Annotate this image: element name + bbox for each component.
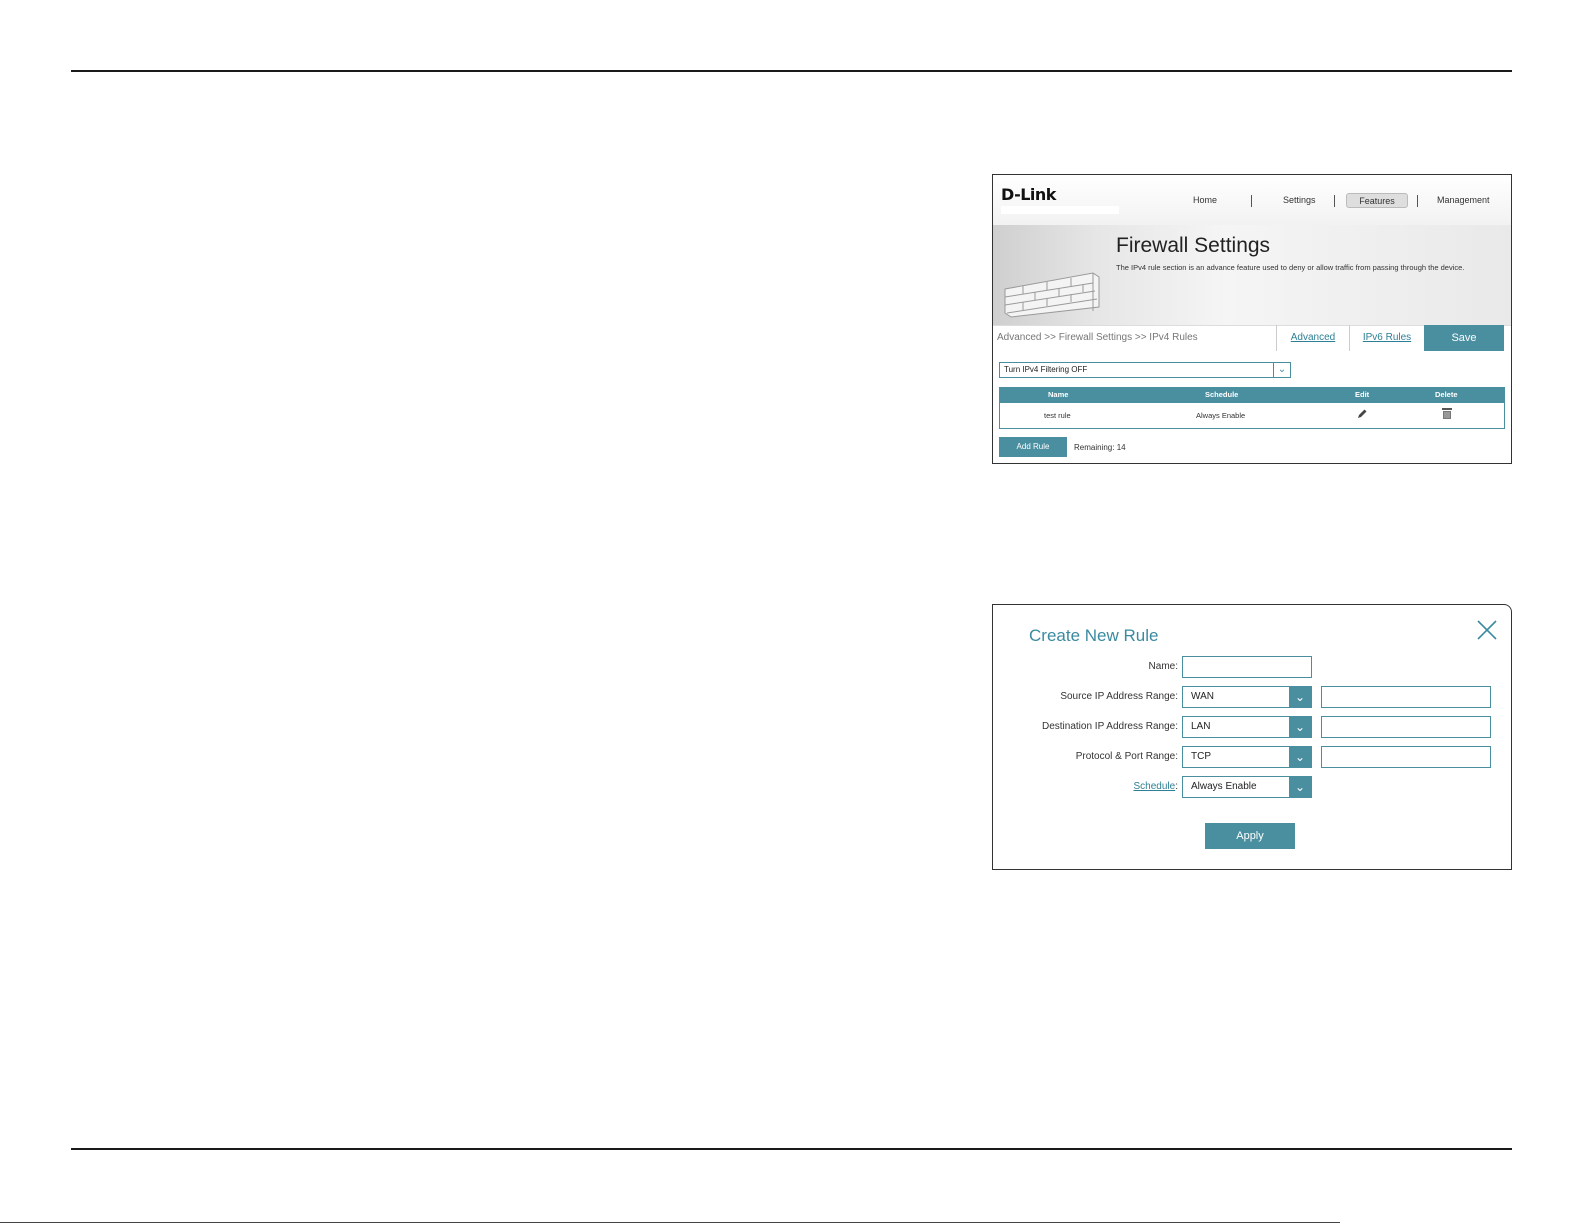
protocol-select[interactable]: TCP ⌄ [1182, 746, 1312, 768]
breadcrumb: Advanced >> Firewall Settings >> IPv4 Ru… [997, 332, 1198, 343]
footer-rule [0, 1222, 1340, 1223]
nav-features[interactable]: Features [1346, 193, 1408, 208]
source-ip-label: Source IP Address Range: [1060, 691, 1178, 702]
page-description: The IPv4 rule section is an advance feat… [1116, 263, 1465, 272]
ipv4-filtering-select[interactable]: Turn IPv4 Filtering OFF ⌄ [999, 362, 1291, 378]
rule-schedule-cell: Always Enable [1196, 411, 1246, 420]
destination-ip-select[interactable]: LAN ⌄ [1182, 716, 1312, 738]
logo-underline [1001, 206, 1119, 214]
brick-wall-icon [1004, 272, 1100, 318]
schedule-link[interactable]: Schedule [1134, 781, 1176, 792]
nav-separator [1417, 195, 1418, 207]
dlink-logo: D-Link [1001, 185, 1056, 204]
chevron-down-icon[interactable]: ⌄ [1289, 717, 1311, 737]
name-input[interactable] [1182, 656, 1312, 678]
page-bottom-rule [71, 1148, 1512, 1150]
apply-button[interactable]: Apply [1205, 823, 1295, 849]
column-header-edit: Edit [1355, 390, 1370, 399]
rule-name-cell: test rule [1044, 411, 1071, 420]
nav-home[interactable]: Home [1193, 195, 1217, 205]
name-label: Name: [1148, 661, 1178, 672]
firewall-settings-screenshot: D-Link Home Settings Features Management… [992, 174, 1512, 464]
schedule-select[interactable]: Always Enable ⌄ [1182, 776, 1312, 798]
nav-separator [1251, 195, 1252, 207]
rules-table: Name Schedule Edit Delete test rule Alwa… [999, 387, 1505, 429]
page-top-rule [71, 70, 1512, 72]
nav-settings[interactable]: Settings [1283, 195, 1316, 205]
protocol-port-label: Protocol & Port Range: [1075, 751, 1178, 762]
dialog-title: Create New Rule [1029, 626, 1159, 645]
source-ip-select[interactable]: WAN ⌄ [1182, 686, 1312, 708]
destination-ip-range-input[interactable] [1321, 716, 1491, 738]
column-header-name: Name [1048, 390, 1069, 399]
top-header [993, 175, 1511, 225]
trash-icon[interactable] [1441, 407, 1453, 420]
ipv6-rules-link[interactable]: IPv6 Rules [1350, 325, 1424, 351]
chevron-down-icon[interactable]: ⌄ [1273, 363, 1290, 377]
chevron-down-icon[interactable]: ⌄ [1289, 777, 1311, 797]
pencil-icon[interactable] [1356, 408, 1368, 420]
advanced-link[interactable]: Advanced [1276, 325, 1350, 351]
add-rule-button[interactable]: Add Rule [999, 437, 1067, 457]
column-header-schedule: Schedule [1205, 390, 1239, 399]
protocol-value: TCP [1191, 751, 1211, 762]
destination-ip-value: LAN [1191, 721, 1211, 732]
destination-ip-label: Destination IP Address Range: [1041, 721, 1178, 732]
source-ip-value: WAN [1191, 691, 1214, 702]
nav-management[interactable]: Management [1437, 195, 1490, 205]
schedule-label: Schedule: [1134, 781, 1178, 792]
create-new-rule-dialog: Create New Rule Name: Source IP Address … [992, 604, 1512, 870]
port-range-input[interactable] [1321, 746, 1491, 768]
schedule-colon: : [1175, 781, 1178, 792]
ipv4-filtering-value: Turn IPv4 Filtering OFF [1004, 365, 1088, 374]
nav-separator [1334, 195, 1335, 207]
save-button[interactable]: Save [1424, 325, 1504, 351]
column-header-delete: Delete [1435, 390, 1458, 399]
chevron-down-icon[interactable]: ⌄ [1289, 747, 1311, 767]
source-ip-range-input[interactable] [1321, 686, 1491, 708]
page-title: Firewall Settings [1116, 234, 1271, 257]
chevron-down-icon[interactable]: ⌄ [1289, 687, 1311, 707]
table-header [1000, 388, 1504, 403]
schedule-value: Always Enable [1191, 781, 1257, 792]
close-icon[interactable] [1476, 619, 1498, 641]
remaining-count: Remaining: 14 [1074, 443, 1126, 452]
